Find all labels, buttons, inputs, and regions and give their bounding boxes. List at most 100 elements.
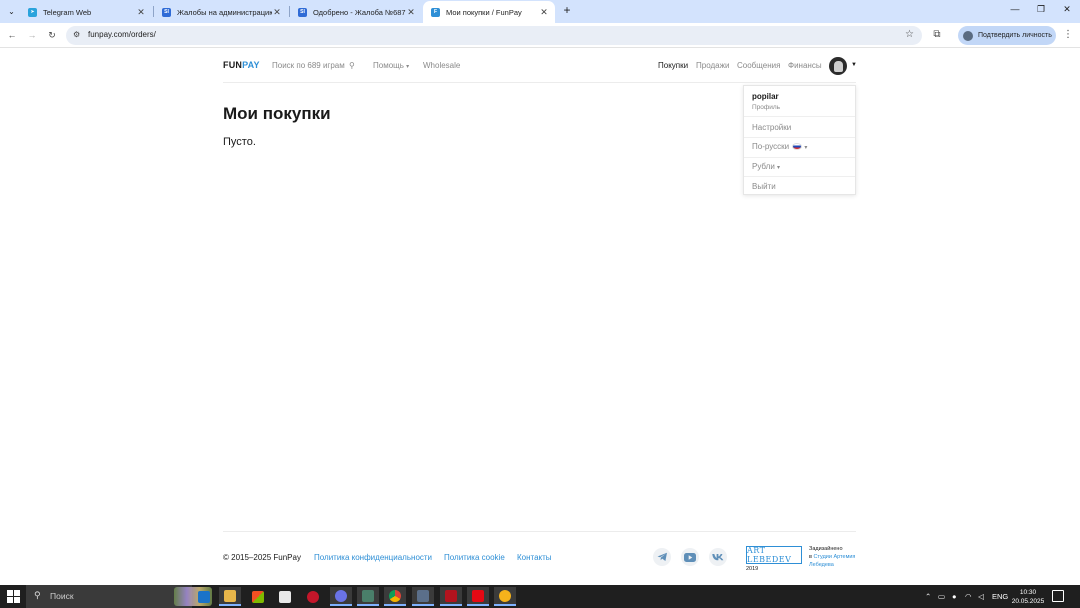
media-player-icon[interactable] [302,587,324,606]
app-netflix-icon[interactable] [467,587,489,606]
tab-search-button[interactable]: ⌄ [4,4,19,19]
close-tab-icon[interactable]: ✕ [406,7,416,18]
artlebedev-logo[interactable]: ART LEBEDEV [746,546,802,564]
taskbar-search-placeholder: Поиск [50,591,74,601]
contacts-link[interactable]: Контакты [517,553,552,562]
url-text[interactable]: funpay.com/orders/ [88,30,156,39]
footer-copyright: © 2015–2025 FunPay [223,553,301,562]
notification-center-icon[interactable] [1052,590,1064,602]
dropdown-logout[interactable]: Выйти [752,182,776,191]
funpay-logo[interactable]: FUNPAY [223,60,260,70]
taskbar-clock[interactable]: 10:30 20.05.2025 [1011,588,1045,606]
nav-sales[interactable]: Продажи [696,61,729,70]
close-window-button[interactable]: ✕ [1057,4,1077,18]
credit-in: в [809,554,812,560]
artlebedev-studio-link[interactable]: Студии Артемия Лебедева [809,554,855,568]
extensions-puzzle-icon[interactable]: ⧉ [931,29,943,41]
dropdown-settings[interactable]: Настройки [752,123,791,132]
tray-chevron-icon[interactable]: ⌃ [925,592,931,601]
windows-start-button[interactable] [7,590,20,603]
microphone-icon[interactable]: ● [952,592,957,601]
dropdown-username[interactable]: popilar [752,92,779,101]
close-tab-icon[interactable]: ✕ [272,7,282,18]
currency-label: Рубли [752,162,775,171]
dropdown-profile-link[interactable]: Профиль [752,104,780,111]
search-icon: ⚲ [34,590,41,600]
wholesale-link[interactable]: Wholesale [423,61,460,70]
new-tab-button[interactable]: + [560,4,574,18]
volume-icon[interactable]: ◁ [978,592,984,601]
windows-taskbar: ⚲ Поиск ⌃ ▭ ● ◠ ◁ ENG 10:30 20.05.2025 [0,585,1080,608]
forum-icon: SI [162,7,171,17]
dropdown-currency[interactable]: Рубли ▾ [752,162,780,171]
artlebedev-year: 2019 [746,566,759,572]
tab-telegram[interactable]: ➤ Telegram Web ✕ [20,1,152,23]
divider [744,157,855,158]
back-button[interactable]: ← [6,29,18,41]
chrome-menu-icon[interactable]: ⋮ [1063,29,1073,41]
forum-icon: SI [298,7,307,17]
nav-purchases[interactable]: Покупки [658,61,688,70]
chrome-icon[interactable] [384,587,406,606]
bookmark-star-icon[interactable]: ☆ [905,29,914,40]
chevron-down-icon: ▾ [804,145,808,151]
tab-title: Жалобы на администрацию с [177,7,272,17]
reload-button[interactable]: ↻ [46,29,58,41]
taskbar-search-box[interactable]: ⚲ Поиск [26,585,212,608]
file-explorer-icon[interactable] [219,587,241,606]
telegram-icon[interactable] [653,548,671,566]
site-settings-icon[interactable]: ⚙ [73,30,80,39]
page-title: Мои покупки [223,104,331,123]
chevron-down-icon: ▾ [406,64,410,70]
tab-title: Одобрено - Жалоба №6879С [313,7,406,17]
wifi-icon[interactable]: ◠ [965,592,972,601]
app-red-icon[interactable] [440,587,462,606]
language-indicator[interactable]: ENG [992,592,1008,601]
notepad-icon[interactable] [274,587,296,606]
tray-device-icon[interactable]: ▭ [938,592,945,601]
clock-date: 20.05.2025 [1011,598,1045,605]
chevron-down-icon[interactable]: ▼ [851,62,857,68]
tab-title: Мои покупки / FunPay [446,7,522,17]
help-menu[interactable]: Помощь ▾ [373,61,409,70]
dropdown-language[interactable]: По-русски ▾ [752,142,807,151]
yandex-browser-icon[interactable] [494,587,516,606]
close-tab-icon[interactable]: ✕ [539,7,549,18]
privacy-policy-link[interactable]: Политика конфиденциальности [314,553,432,562]
mail-app-icon[interactable] [193,587,215,606]
divider [744,176,855,177]
restore-button[interactable]: ❐ [1031,4,1051,18]
header-divider [223,82,856,83]
tab-approved[interactable]: SI Одобрено - Жалоба №6879С ✕ [290,1,422,23]
funpay-favicon-icon: F [431,7,440,17]
forward-button[interactable]: → [26,29,38,41]
logo-text-pay: PAY [242,60,260,70]
browser-tab-strip: ⌄ ➤ Telegram Web ✕ SI Жалобы на админист… [0,0,1080,23]
game-search-input[interactable]: Поиск по 689 играм [272,61,345,70]
tab-complaints[interactable]: SI Жалобы на администрацию с ✕ [154,1,288,23]
close-tab-icon[interactable]: ✕ [136,7,146,18]
credit-designed: Задизайнено [809,546,843,552]
youtube-icon[interactable] [681,548,699,566]
discord-icon[interactable] [330,587,352,606]
user-dropdown-menu: popilar Профиль Настройки По-русски ▾ Ру… [743,85,856,195]
user-avatar[interactable] [829,57,847,75]
nav-finances[interactable]: Финансы [788,61,822,70]
nav-messages[interactable]: Сообщения [737,61,780,70]
language-label: По-русски [752,142,790,151]
verify-identity-button[interactable]: Подтвердить личность [958,26,1056,45]
minimize-button[interactable]: — [1005,4,1025,18]
address-bar[interactable]: ⚙ funpay.com/orders/ ☆ [66,26,922,45]
cookie-policy-link[interactable]: Политика cookie [444,553,505,562]
tab-funpay-orders[interactable]: F Мои покупки / FunPay ✕ [423,1,555,23]
search-icon[interactable]: ⚲ [349,61,355,70]
divider [744,137,855,138]
empty-state-text: Пусто. [223,136,256,148]
store-app-icon[interactable] [247,587,269,606]
app-window-icon[interactable] [357,587,379,606]
tab-title: Telegram Web [43,7,92,17]
vk-icon[interactable] [709,548,727,566]
calculator-icon[interactable] [412,587,434,606]
verify-identity-label: Подтвердить личность [978,32,1052,39]
footer-divider [223,531,856,532]
